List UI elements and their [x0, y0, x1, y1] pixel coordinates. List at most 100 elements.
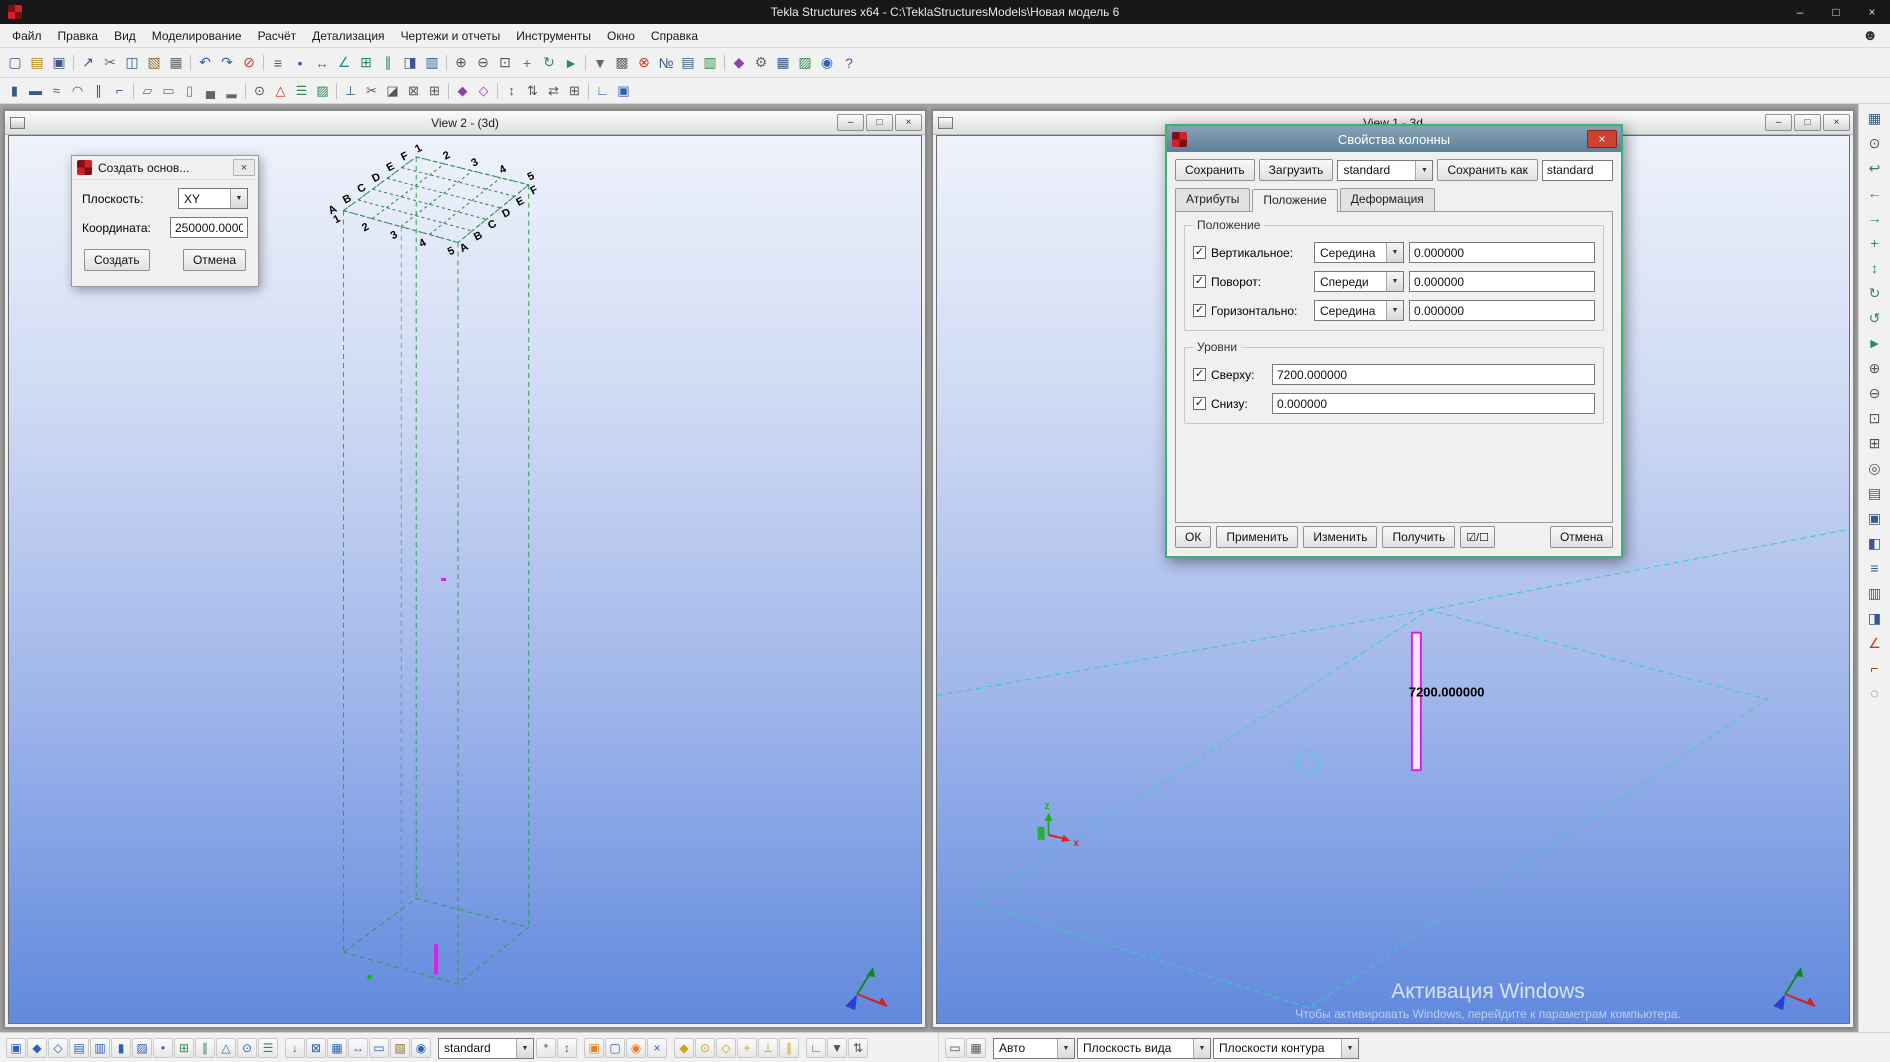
snap-midpoints-icon[interactable]: ◇ — [716, 1038, 736, 1058]
previous-view-icon[interactable]: ← — [1863, 181, 1887, 205]
dialog-tab-0[interactable]: Атрибуты — [1175, 188, 1250, 211]
create-component-icon[interactable]: ◆ — [452, 81, 473, 101]
select-components-icon[interactable]: ◆ — [27, 1038, 47, 1058]
view-plane-combo[interactable]: Плоскость вида ▼ — [1077, 1038, 1211, 1059]
coordinate-input[interactable] — [170, 217, 248, 238]
snap-extensions-icon[interactable]: ∥ — [779, 1038, 799, 1058]
close-icon[interactable]: × — [1823, 114, 1850, 131]
macros-icon[interactable]: ⚙ — [750, 52, 772, 74]
maximize-icon[interactable]: □ — [866, 114, 893, 131]
model-column-preview[interactable] — [434, 944, 438, 974]
save-model-icon[interactable]: ▣ — [48, 52, 70, 74]
create-view-icon[interactable]: ◨ — [399, 52, 421, 74]
fit-view-icon[interactable]: ⊞ — [1863, 431, 1887, 455]
cancel-button[interactable]: Отмена — [1550, 526, 1613, 548]
minimize-icon[interactable]: – — [1765, 114, 1792, 131]
cut-with-line-icon[interactable]: ✂ — [361, 81, 382, 101]
create-strip-footing-icon[interactable]: ▂ — [221, 81, 242, 101]
select-welds-icon[interactable]: △ — [216, 1038, 236, 1058]
ok-button[interactable]: ОК — [1175, 526, 1211, 548]
numbering-icon[interactable]: № — [655, 52, 677, 74]
create-twin-profile-icon[interactable]: ∥ — [88, 81, 109, 101]
dialog-tab-2[interactable]: Деформация — [1340, 188, 1435, 211]
rotation-checkbox[interactable]: ✓ — [1193, 275, 1206, 288]
redraw-view-icon[interactable]: ◌ — [1863, 681, 1887, 705]
zoom-out-icon[interactable]: ⊖ — [472, 52, 494, 74]
hidden-lines-icon[interactable]: ▤ — [1863, 481, 1887, 505]
fly-view-icon[interactable]: ► — [1863, 331, 1887, 355]
select-objects-in-components-icon[interactable]: ◉ — [411, 1038, 431, 1058]
snap-geometry-points-icon[interactable]: ▢ — [605, 1038, 625, 1058]
select-drawings-icon[interactable]: ▧ — [390, 1038, 410, 1058]
vertical-offset-input[interactable] — [1409, 242, 1595, 263]
get-button[interactable]: Получить — [1382, 526, 1455, 548]
smart-select-icon[interactable]: * — [536, 1038, 556, 1058]
horizontal-checkbox[interactable]: ✓ — [1193, 304, 1206, 317]
snap-reference-points-icon[interactable]: ▣ — [584, 1038, 604, 1058]
create-plate-icon[interactable]: ▱ — [137, 81, 158, 101]
create-grid-icon[interactable]: ⊞ — [355, 52, 377, 74]
minimize-icon[interactable]: – — [1782, 0, 1818, 24]
create-point-icon[interactable]: • — [289, 52, 311, 74]
measure-distance-icon[interactable]: ↔ — [311, 52, 333, 74]
bottom-level-input[interactable] — [1272, 393, 1595, 414]
select-all-icon[interactable]: ▣ — [6, 1038, 26, 1058]
snap-center-points-icon[interactable]: ⊙ — [695, 1038, 715, 1058]
vertical-position-combo[interactable]: Середина ▼ — [1314, 242, 1404, 263]
clash-check-icon[interactable]: ⊗ — [633, 52, 655, 74]
help-icon[interactable]: ? — [838, 52, 860, 74]
save-as-button[interactable]: Сохранить как — [1437, 159, 1537, 181]
vertical-checkbox[interactable]: ✓ — [1193, 246, 1206, 259]
detailing-manager-icon[interactable]: ▣ — [613, 81, 634, 101]
view2-titlebar[interactable]: View 2 - (3d) – □ × — [5, 111, 925, 135]
bottom-level-checkbox[interactable]: ✓ — [1193, 397, 1206, 410]
create-pad-footing-icon[interactable]: ▄ — [200, 81, 221, 101]
ortho-snap-icon[interactable]: ∟ — [806, 1038, 826, 1058]
create-polybeam-icon[interactable]: ≈ — [46, 81, 67, 101]
create-grid-line-icon[interactable]: ∥ — [377, 52, 399, 74]
mirror-object-icon[interactable]: ⇄ — [543, 81, 564, 101]
save-as-input[interactable] — [1542, 160, 1613, 181]
fit-work-area-icon[interactable]: ⊡ — [494, 52, 516, 74]
menu-item-1[interactable]: Правка — [50, 25, 107, 47]
measure-angle-icon[interactable]: ∠ — [333, 52, 355, 74]
task-manager-icon[interactable]: ▨ — [794, 52, 816, 74]
cut-with-part-icon[interactable]: ⊠ — [403, 81, 424, 101]
custom-component-icon[interactable]: ◇ — [473, 81, 494, 101]
create-column-icon[interactable]: ▮ — [4, 81, 25, 101]
fitting-icon[interactable]: ⊥ — [340, 81, 361, 101]
create-weld-icon[interactable]: △ — [270, 81, 291, 101]
create-rebar-icon[interactable]: ☰ — [291, 81, 312, 101]
new-model-icon[interactable]: ▢ — [4, 52, 26, 74]
profile-combo[interactable]: standard ▼ — [1337, 160, 1433, 181]
view-display-icon[interactable]: ▦ — [966, 1038, 986, 1058]
drawing-list-icon[interactable]: ▤ — [677, 52, 699, 74]
create-panel-icon[interactable]: ▯ — [179, 81, 200, 101]
select-grid-lines-icon[interactable]: ∥ — [195, 1038, 215, 1058]
select-assemblies-icon[interactable]: ▤ — [69, 1038, 89, 1058]
snap-perpendicular-icon[interactable]: ⊥ — [758, 1038, 778, 1058]
copy-icon[interactable]: ◫ — [121, 52, 143, 74]
plane-combo[interactable]: XY ▼ — [178, 188, 248, 209]
select-points-icon[interactable]: • — [153, 1038, 173, 1058]
workplane-view-icon[interactable]: ▭ — [945, 1038, 965, 1058]
select-cuts-icon[interactable]: ⊠ — [306, 1038, 326, 1058]
context-toolbar-icon[interactable]: ▦ — [1863, 106, 1887, 130]
redo-icon[interactable]: ↷ — [216, 52, 238, 74]
create-slab-icon[interactable]: ▭ — [158, 81, 179, 101]
select-component-objects-icon[interactable]: ◇ — [48, 1038, 68, 1058]
select-grids-icon[interactable]: ⊞ — [174, 1038, 194, 1058]
apply-button[interactable]: Применить — [1216, 526, 1298, 548]
menu-item-3[interactable]: Моделирование — [144, 25, 250, 47]
create-view-dialog-titlebar[interactable]: Создать основ... × — [72, 156, 258, 180]
create-surface-icon[interactable]: ▨ — [312, 81, 333, 101]
add-material-icon[interactable]: ⊞ — [424, 81, 445, 101]
close-icon[interactable]: × — [1854, 0, 1890, 24]
select-parts-icon[interactable]: ▮ — [111, 1038, 131, 1058]
zoom-in-view-icon[interactable]: ⊕ — [1863, 356, 1887, 380]
zoom-out-view-icon[interactable]: ⊖ — [1863, 381, 1887, 405]
create-orthogonal-beam-icon[interactable]: ⌐ — [109, 81, 130, 101]
minimize-icon[interactable]: – — [837, 114, 864, 131]
snap-override-icon[interactable]: ▼ — [827, 1038, 847, 1058]
create-curved-beam-icon[interactable]: ◠ — [67, 81, 88, 101]
